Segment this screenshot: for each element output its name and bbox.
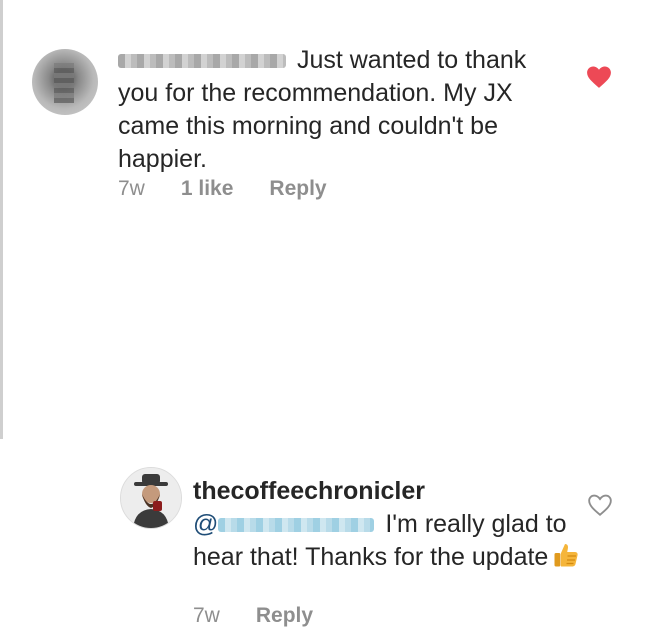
reply-button[interactable]: Reply <box>256 604 313 628</box>
heart-outline-icon[interactable] <box>587 493 613 522</box>
comment-text: Just wanted to thank you for the recomme… <box>118 46 527 173</box>
redacted-username <box>218 518 375 533</box>
reply-button[interactable]: Reply <box>269 177 326 201</box>
comment-meta: 7w 1 like Reply <box>118 177 327 201</box>
heart-filled-icon[interactable] <box>586 65 612 94</box>
avatar[interactable] <box>32 49 98 115</box>
like-count[interactable]: 1 like <box>181 177 234 201</box>
reply-comment: thecoffeechronicler @ I'm really glad to… <box>0 225 650 627</box>
redacted-username <box>118 54 286 69</box>
comment-time: 7w <box>193 604 220 627</box>
bearded-man-with-hat-icon <box>121 468 181 528</box>
avatar[interactable] <box>120 467 182 529</box>
thumbs-up-icon <box>552 541 580 578</box>
comment: Just wanted to thank you for the recomme… <box>0 0 650 220</box>
comment-username[interactable]: thecoffeechronicler <box>193 475 583 508</box>
comment-text: thecoffeechronicler @ I'm really glad to… <box>193 475 583 578</box>
comment-time: 7w <box>118 177 145 200</box>
mention[interactable]: @ <box>193 510 378 538</box>
comment-meta: 7w Reply <box>193 604 313 628</box>
